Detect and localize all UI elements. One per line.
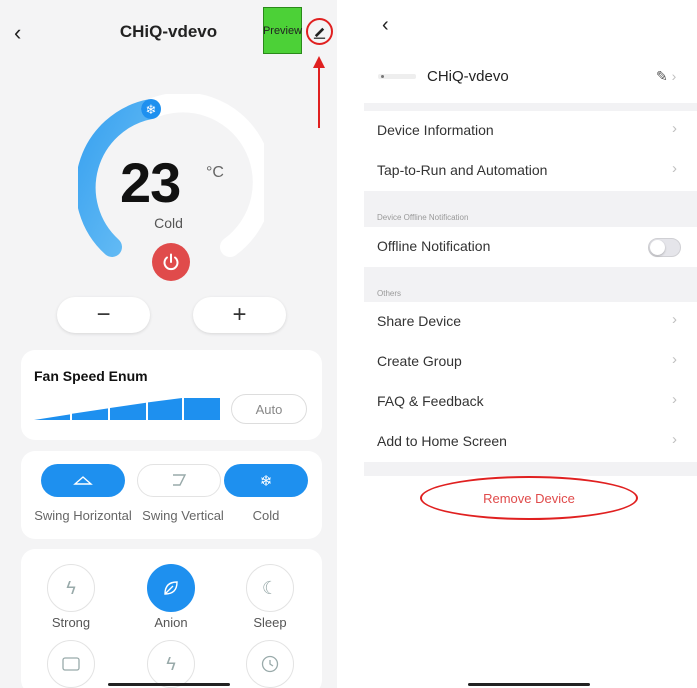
anion-label: Anion <box>154 615 188 630</box>
others-section-header: Others <box>364 267 697 302</box>
remove-device-button[interactable]: Remove Device <box>420 476 638 520</box>
row-label: Device Information <box>377 122 494 138</box>
chevron-right-icon: › <box>672 120 677 137</box>
create-group-row[interactable]: Create Group › <box>364 342 697 382</box>
home-indicator <box>468 683 590 686</box>
mode-label: Cold <box>154 215 183 231</box>
device-control-screen: ‹ CHiQ-vdevo Preview ❄ 23 °C Cold − + Fa… <box>0 0 337 688</box>
chevron-right-icon: › <box>672 351 677 368</box>
mode-card: ❄ Swing Horizontal Swing Vertical Cold <box>21 451 322 539</box>
back-button[interactable]: ‹ <box>382 14 389 37</box>
section-label: Others <box>377 289 402 298</box>
swing-horizontal-button[interactable] <box>41 464 125 497</box>
row-label: Share Device <box>377 313 462 329</box>
tap-to-run-row[interactable]: Tap-to-Run and Automation › <box>364 151 697 191</box>
row-label: Create Group <box>377 353 462 369</box>
clock-icon <box>261 655 279 673</box>
swing-vertical-button[interactable] <box>137 464 221 497</box>
chevron-right-icon: › <box>672 431 677 448</box>
offline-section-header: Device Offline Notification <box>364 191 697 227</box>
sleep-label: Sleep <box>253 615 287 630</box>
swing-horizontal-label: Swing Horizontal <box>34 508 132 523</box>
fan-speed-slider[interactable] <box>34 398 220 420</box>
fan-speed-title: Fan Speed Enum <box>34 368 148 384</box>
faq-feedback-row[interactable]: FAQ & Feedback › <box>364 382 697 422</box>
row-label: Offline Notification <box>377 238 491 254</box>
sleep-button[interactable]: ☾ <box>246 564 294 612</box>
moon-icon: ☾ <box>261 577 279 598</box>
row-label: FAQ & Feedback <box>377 393 484 409</box>
fan-auto-button[interactable]: Auto <box>231 394 307 424</box>
device-information-row[interactable]: Device Information › <box>364 111 697 151</box>
edit-name-button[interactable]: ✎ › <box>656 68 676 85</box>
leaf-icon <box>164 581 178 595</box>
temperature-unit: °C <box>206 164 224 181</box>
edit-button[interactable] <box>306 18 333 45</box>
turbo-button[interactable]: ϟ <box>147 640 195 688</box>
display-icon <box>62 657 80 671</box>
temperature-value: 23 <box>120 151 181 214</box>
swing-horizontal-icon <box>73 475 93 485</box>
anion-button[interactable] <box>147 564 195 612</box>
annotation-arrow <box>318 62 320 128</box>
pencil-icon <box>313 27 326 39</box>
display-button[interactable] <box>47 640 95 688</box>
device-thumbnail <box>378 74 416 79</box>
share-device-row[interactable]: Share Device › <box>364 302 697 342</box>
snowflake-icon: ❄ <box>259 472 273 490</box>
power-icon <box>163 253 179 271</box>
swing-vertical-label: Swing Vertical <box>142 508 224 523</box>
offline-notification-row: Offline Notification <box>364 227 697 267</box>
cold-mode-label: Cold <box>252 508 280 523</box>
lightning-icon: ϟ <box>66 577 76 598</box>
timer-button[interactable] <box>246 640 294 688</box>
pencil-icon: ✎ <box>656 68 668 84</box>
device-name: CHiQ-vdevo <box>427 68 509 85</box>
increase-temp-button[interactable]: + <box>193 297 286 333</box>
header: ‹ CHiQ-vdevo Preview <box>0 0 337 62</box>
lightning-icon: ϟ <box>166 653 176 674</box>
section-spacer <box>364 462 697 476</box>
chevron-right-icon: › <box>672 160 677 177</box>
device-settings-screen: ‹ CHiQ-vdevo ✎ › Device Information › Ta… <box>364 0 697 688</box>
fan-speed-card: Fan Speed Enum Auto <box>21 350 322 440</box>
add-to-home-screen-row[interactable]: Add to Home Screen › <box>364 422 697 462</box>
home-indicator <box>108 683 230 686</box>
row-label: Tap-to-Run and Automation <box>377 162 548 178</box>
section-label: Device Offline Notification <box>377 213 469 222</box>
chevron-right-icon: › <box>672 391 677 408</box>
swing-vertical-icon <box>173 473 187 486</box>
chevron-right-icon: › <box>667 68 677 84</box>
preview-annotation: Preview <box>263 7 302 54</box>
strong-label: Strong <box>51 615 91 630</box>
chevron-right-icon: › <box>672 311 677 328</box>
row-label: Add to Home Screen <box>377 433 507 449</box>
functions-card: ϟ ☾ Strong Anion Sleep ϟ <box>21 549 322 688</box>
decrease-temp-button[interactable]: − <box>57 297 150 333</box>
strong-button[interactable]: ϟ <box>47 564 95 612</box>
power-button[interactable] <box>152 243 190 281</box>
section-spacer <box>364 103 697 111</box>
svg-text:❄: ❄ <box>146 103 157 118</box>
offline-notification-toggle[interactable] <box>648 238 681 257</box>
cold-mode-button[interactable]: ❄ <box>224 464 308 497</box>
device-name-row[interactable]: CHiQ-vdevo ✎ › <box>364 60 697 96</box>
